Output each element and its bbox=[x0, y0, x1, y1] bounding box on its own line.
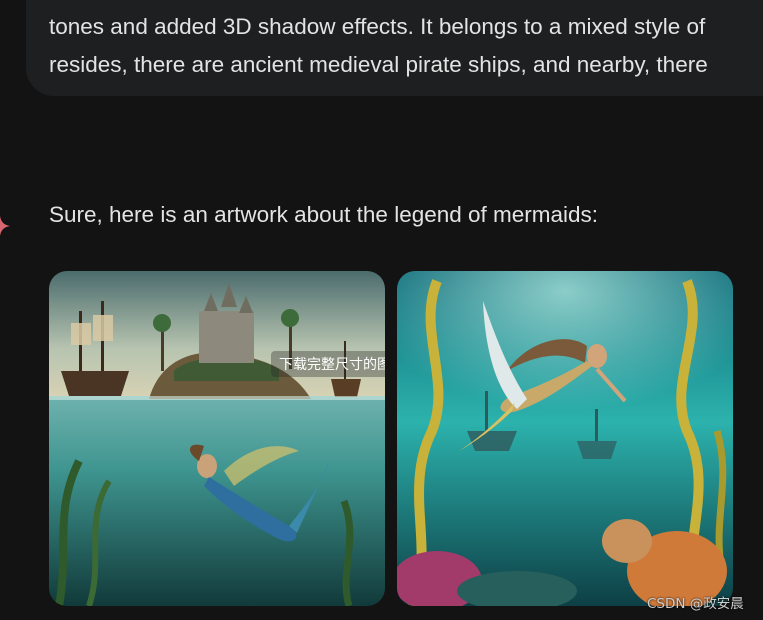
mermaid-image-1[interactable]: 下载完整尺寸的图片 bbox=[49, 271, 385, 606]
mermaid-artwork-1 bbox=[49, 271, 385, 606]
watermark: CSDN @政安晨 bbox=[647, 596, 744, 612]
mermaid-image-2[interactable] bbox=[397, 271, 733, 606]
user-message-line-1: tones and added 3D shadow effects. It be… bbox=[49, 14, 706, 39]
user-message-line-2: resides, there are ancient medieval pira… bbox=[49, 52, 708, 77]
user-message-text: tones and added 3D shadow effects. It be… bbox=[49, 8, 763, 84]
sparkle-icon bbox=[0, 216, 10, 236]
response-text: Sure, here is an artwork about the legen… bbox=[49, 202, 599, 227]
mermaid-artwork-2 bbox=[397, 271, 733, 606]
download-full-size-label[interactable]: 下载完整尺寸的图片 bbox=[271, 351, 385, 377]
